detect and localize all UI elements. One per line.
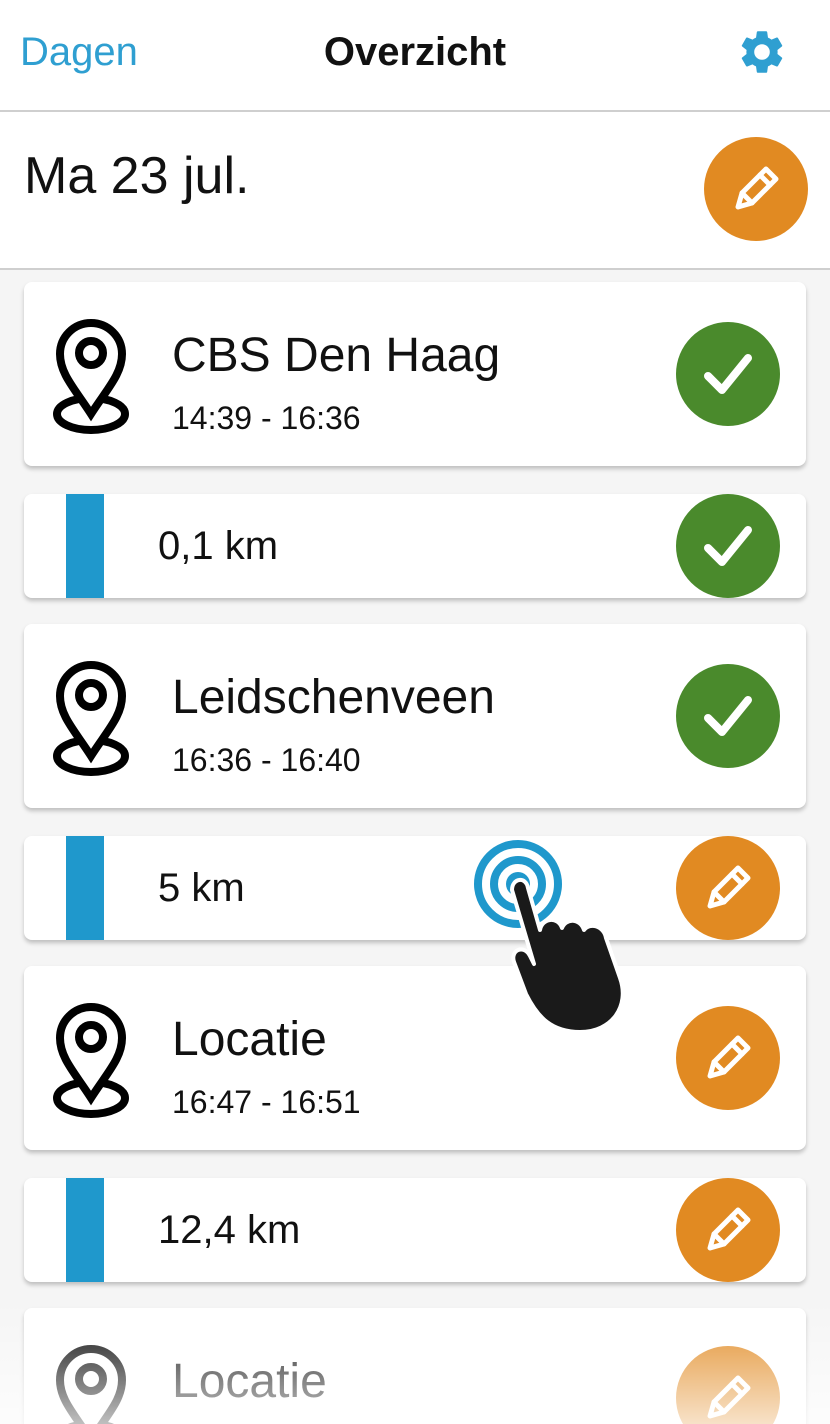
pencil-icon: [707, 1207, 751, 1251]
confirm-button[interactable]: [676, 664, 780, 768]
location-name: Locatie: [172, 1355, 327, 1408]
confirm-button[interactable]: [676, 322, 780, 426]
pencil-icon: [707, 865, 751, 909]
location-time: 16:36 - 16:40: [172, 742, 361, 778]
location-time: 16:47 - 16:51: [172, 1084, 361, 1120]
location-pin-icon: [55, 1345, 127, 1424]
trip-distance: 0,1 km: [158, 524, 279, 568]
day-title: Ma 23 jul.: [24, 147, 250, 205]
checkmark-icon: [704, 354, 752, 394]
location-pin-icon: [53, 661, 129, 776]
location-time: 14:39 - 16:36: [172, 400, 361, 436]
checkmark-icon: [704, 526, 752, 566]
trip-bar: [66, 1178, 104, 1282]
edit-button[interactable]: [676, 1006, 780, 1110]
edit-day-button[interactable]: [704, 137, 808, 241]
location-name: Locatie: [172, 1013, 327, 1066]
page-title: Overzicht: [323, 30, 507, 74]
location-name: Leidschenveen: [172, 671, 495, 724]
location-pin-icon: [53, 1003, 129, 1118]
pencil-icon: [707, 1035, 751, 1079]
confirm-button[interactable]: [676, 494, 780, 598]
checkmark-icon: [704, 696, 752, 736]
location-pin-icon: [53, 319, 129, 434]
edit-button[interactable]: [676, 836, 780, 940]
location-name: CBS Den Haag: [172, 329, 501, 382]
trip-distance: 12,4 km: [158, 1208, 301, 1252]
trip-distance: 5 km: [158, 866, 245, 910]
trip-bar: [66, 494, 104, 598]
edit-button[interactable]: [676, 1178, 780, 1282]
pencil-icon: [707, 1375, 751, 1419]
pencil-icon: [735, 166, 779, 210]
gear-icon[interactable]: [736, 26, 788, 78]
trip-bar: [66, 836, 104, 940]
navigation-bar: Dagen Overzicht: [0, 0, 830, 112]
